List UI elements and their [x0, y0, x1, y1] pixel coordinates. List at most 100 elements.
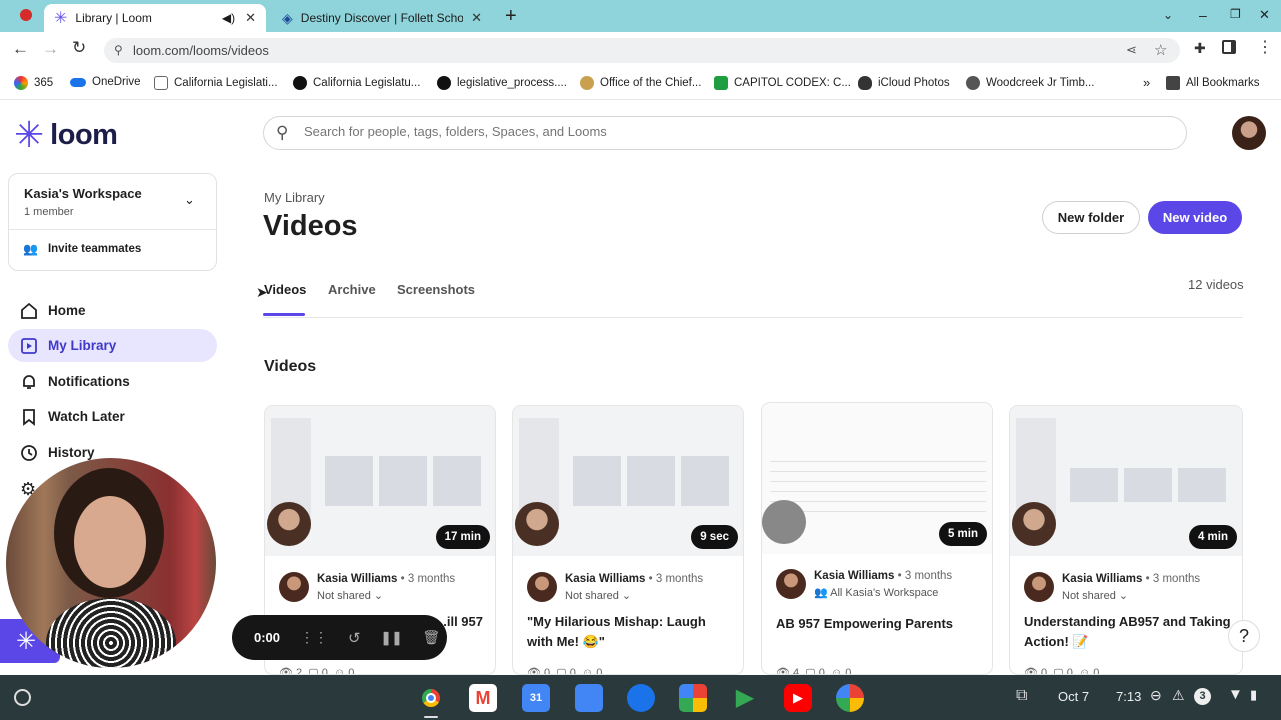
video-stats: 👁 0 ▢ 0 ☺ 0: [1024, 667, 1100, 675]
author-avatar: [527, 572, 557, 602]
help-button[interactable]: ?: [1228, 620, 1260, 652]
warning-icon[interactable]: ⚠: [1172, 687, 1185, 704]
loom-logo[interactable]: ✳ loom: [14, 117, 118, 153]
workspace-name[interactable]: Kasia's Workspace: [24, 186, 142, 201]
gmail-icon[interactable]: M: [469, 684, 497, 712]
video-thumbnail[interactable]: 5 min: [762, 403, 992, 554]
chrome-icon[interactable]: [417, 684, 445, 712]
tote-icon[interactable]: ⧉: [1016, 687, 1027, 705]
extensions-icon[interactable]: ✚: [1194, 40, 1206, 57]
tab-library-loom[interactable]: ✳ Library | Loom ◀) ✕: [44, 4, 266, 32]
play-store-icon[interactable]: ▶: [731, 684, 759, 712]
browser-menu-icon[interactable]: ⋮: [1257, 37, 1273, 57]
bookmark-california-legislature-2[interactable]: California Legislatu...: [293, 76, 420, 90]
tab-destiny-discover[interactable]: ◈ Destiny Discover | Follett School ✕: [272, 4, 492, 32]
forward-icon[interactable]: →: [42, 39, 59, 59]
sidebar-item-my-library[interactable]: My Library: [8, 329, 217, 362]
minimize-icon[interactable]: –: [1199, 7, 1207, 23]
close-tab-icon[interactable]: ✕: [471, 10, 482, 26]
address-bar[interactable]: ⚲ loom.com/looms/videos ⋖ ☆: [104, 38, 1180, 63]
video-thumbnail[interactable]: 4 min: [1010, 406, 1242, 556]
sidebar-item-home[interactable]: Home: [8, 294, 217, 327]
section-title: Videos: [264, 358, 317, 375]
notification-count-badge[interactable]: 3: [1194, 688, 1211, 705]
all-bookmarks[interactable]: All Bookmarks: [1166, 76, 1260, 90]
restart-icon[interactable]: ↺: [348, 629, 361, 647]
launcher-icon[interactable]: [14, 689, 31, 706]
new-tab-icon[interactable]: +: [505, 5, 517, 28]
new-folder-button[interactable]: New folder: [1042, 201, 1140, 234]
site-info-icon[interactable]: ⚲: [114, 43, 123, 57]
files-icon[interactable]: [575, 684, 603, 712]
person-face: [74, 496, 146, 588]
wifi-icon[interactable]: ▼: [1228, 686, 1243, 703]
new-video-button[interactable]: New video: [1148, 201, 1242, 234]
user-avatar[interactable]: [1232, 116, 1266, 150]
tab-archive[interactable]: Archive: [328, 282, 376, 297]
sidebar-item-notifications[interactable]: Notifications: [8, 365, 217, 398]
loom-favicon-icon: ✳: [54, 10, 68, 27]
search-bar[interactable]: ⚲: [263, 116, 1187, 150]
messages-icon[interactable]: [627, 684, 655, 712]
bookmark-woodcreek[interactable]: Woodcreek Jr Timb...: [966, 76, 1094, 90]
do-not-disturb-icon[interactable]: ⊖: [1150, 687, 1162, 704]
video-title[interactable]: Understanding AB957 and Taking Action! 📝: [1024, 612, 1236, 652]
workspace-card: Kasia's Workspace 1 member ⌄ 👥 Invite te…: [8, 173, 217, 271]
video-stats: 👁 0 ▢ 0 ☺ 0: [527, 667, 603, 675]
battery-icon[interactable]: ▮: [1250, 687, 1257, 703]
video-title[interactable]: AB 957 Empowering Parents: [776, 614, 980, 634]
share-status[interactable]: Not shared ⌄: [1062, 589, 1128, 602]
bookmark-office-chief[interactable]: Office of the Chief...: [580, 76, 701, 90]
bookmark-icloud-photos[interactable]: iCloud Photos: [858, 76, 950, 90]
photos-icon[interactable]: [836, 684, 864, 712]
video-card[interactable]: 4 min Kasia Williams • 3 months Not shar…: [1009, 405, 1243, 675]
sidebar-item-watch-later[interactable]: Watch Later: [8, 400, 217, 433]
author-avatar: [279, 572, 309, 602]
tab-screenshots[interactable]: Screenshots: [397, 282, 475, 297]
audio-playing-icon[interactable]: ◀): [222, 11, 235, 25]
bookmark-california-legislature-1[interactable]: California Legislati...: [154, 76, 278, 90]
video-title[interactable]: "My Hilarious Mishap: Laugh with Me! 😂": [527, 612, 731, 652]
drag-handle-icon[interactable]: ⋮⋮: [300, 629, 328, 646]
video-card[interactable]: 5 min Kasia Williams • 3 months 👥 All Ka…: [761, 402, 993, 675]
tab-title: Library | Loom: [75, 11, 152, 25]
maximize-icon[interactable]: ❐: [1230, 7, 1241, 21]
invite-teammates-button[interactable]: 👥 Invite teammates: [23, 242, 141, 256]
share-status[interactable]: Not shared ⌄: [317, 589, 383, 602]
video-thumbnail[interactable]: 9 sec: [513, 406, 743, 556]
thumb-webcam: [267, 502, 311, 546]
pause-icon[interactable]: ❚❚: [381, 630, 403, 646]
duration-badge: 5 min: [938, 522, 987, 546]
more-bookmarks-icon[interactable]: »: [1143, 75, 1150, 90]
close-tab-icon[interactable]: ✕: [245, 10, 256, 26]
breadcrumb[interactable]: My Library: [264, 190, 325, 205]
share-status[interactable]: Not shared ⌄: [565, 589, 631, 602]
taskbar-time[interactable]: 7:13: [1116, 689, 1141, 704]
bookmark-legislative-process[interactable]: legislative_process....: [437, 76, 567, 90]
video-thumbnail[interactable]: 17 min: [265, 406, 495, 556]
video-card[interactable]: 9 sec Kasia Williams • 3 months Not shar…: [512, 405, 744, 675]
bookmark-onedrive[interactable]: OneDrive: [70, 76, 141, 88]
library-icon: [20, 337, 38, 355]
tab-videos[interactable]: Videos: [264, 282, 306, 297]
share-icon[interactable]: ⋖: [1126, 42, 1137, 58]
share-status[interactable]: 👥 All Kasia's Workspace: [814, 586, 938, 599]
back-icon[interactable]: ←: [12, 39, 29, 59]
search-input[interactable]: [304, 124, 1164, 139]
bookmark-capitol-codex[interactable]: CAPITOL CODEX: C...: [714, 76, 851, 90]
youtube-icon[interactable]: ▶: [784, 684, 812, 712]
workspace-chevron-down-icon[interactable]: ⌄: [184, 192, 195, 208]
author-avatar: [776, 569, 806, 599]
tab-search-chevron-icon[interactable]: ⌄: [1163, 8, 1173, 22]
side-panel-icon[interactable]: [1222, 40, 1236, 54]
close-window-icon[interactable]: ✕: [1259, 7, 1270, 23]
calendar-icon[interactable]: 31: [522, 684, 550, 712]
taskbar-date[interactable]: Oct 7: [1058, 689, 1089, 704]
webcam-bubble[interactable]: [6, 458, 216, 668]
reload-icon[interactable]: ↻: [72, 38, 86, 58]
meet-icon[interactable]: [679, 684, 707, 712]
trash-icon[interactable]: 🗑: [422, 629, 440, 646]
folder-icon: [1166, 76, 1180, 90]
bookmark-star-icon[interactable]: ☆: [1154, 41, 1167, 59]
bookmark-365[interactable]: 365: [14, 76, 53, 90]
